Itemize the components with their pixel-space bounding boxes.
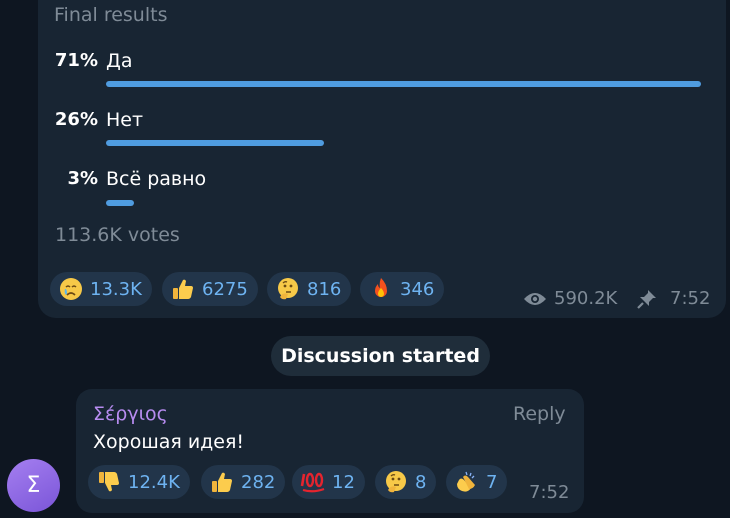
reaction-count: 282 — [241, 471, 276, 493]
avatar[interactable]: Σ — [7, 459, 60, 512]
comment-text: Хорошая идея! — [93, 431, 245, 453]
thinking-face-icon — [383, 469, 409, 495]
reaction-fire[interactable]: 346 — [360, 272, 445, 306]
reaction-thinking[interactable]: 8 — [375, 465, 437, 499]
reply-link[interactable]: Reply — [513, 403, 566, 425]
poll-option-percent: 71% — [54, 50, 98, 71]
thumbs-up-icon — [170, 276, 196, 302]
discussion-started-label: Discussion started — [271, 336, 490, 376]
message-time: 7:52 — [670, 288, 711, 309]
reaction-count: 12.4K — [128, 471, 180, 493]
thumbs-down-icon — [96, 469, 122, 495]
poll-option-percent: 26% — [54, 109, 98, 130]
poll-option-percent: 3% — [67, 168, 98, 189]
poll-status-label: Final results — [54, 4, 168, 26]
thinking-face-icon — [275, 276, 301, 302]
views-counter: 590.2K — [523, 288, 617, 309]
reaction-count: 7 — [486, 471, 498, 493]
reaction-thumbs-up[interactable]: 282 — [201, 465, 286, 499]
reaction-count: 12 — [332, 471, 355, 493]
reaction-thumbs-up[interactable]: 6275 — [162, 272, 258, 306]
poll-option-bar — [106, 200, 134, 206]
crying-face-icon — [58, 276, 84, 302]
poll-votes-count[interactable]: 113.6K votes — [55, 224, 180, 246]
poll-option-label: Да — [106, 50, 133, 72]
reaction-count: 13.3K — [90, 278, 142, 300]
reaction-crying[interactable]: 13.3K — [50, 272, 152, 306]
comment-time: 7:52 — [529, 482, 570, 503]
reaction-count: 346 — [400, 278, 435, 300]
thumbs-up-icon — [209, 469, 235, 495]
poll-option-bar — [106, 140, 324, 146]
reaction-thinking[interactable]: 816 — [267, 272, 352, 306]
eye-icon — [523, 290, 547, 308]
poll-option-label: Всё равно — [106, 168, 207, 190]
poll-option-bar — [106, 81, 701, 87]
clapping-hands-icon — [454, 469, 480, 495]
reaction-count: 816 — [307, 278, 342, 300]
reaction-thumbs-down[interactable]: 12.4K — [88, 465, 190, 499]
reaction-count: 8 — [415, 471, 427, 493]
comment-author[interactable]: Σέργιος — [93, 403, 168, 425]
views-count: 590.2K — [554, 288, 618, 309]
fire-icon — [368, 276, 394, 302]
reaction-count: 6275 — [202, 278, 248, 300]
reaction-hundred[interactable]: 12 — [292, 465, 365, 499]
hundred-points-icon — [300, 469, 326, 495]
reaction-clap[interactable]: 7 — [446, 465, 508, 499]
pin-icon — [637, 289, 657, 309]
poll-message-bubble — [38, 0, 726, 318]
poll-option-label: Нет — [106, 109, 144, 131]
